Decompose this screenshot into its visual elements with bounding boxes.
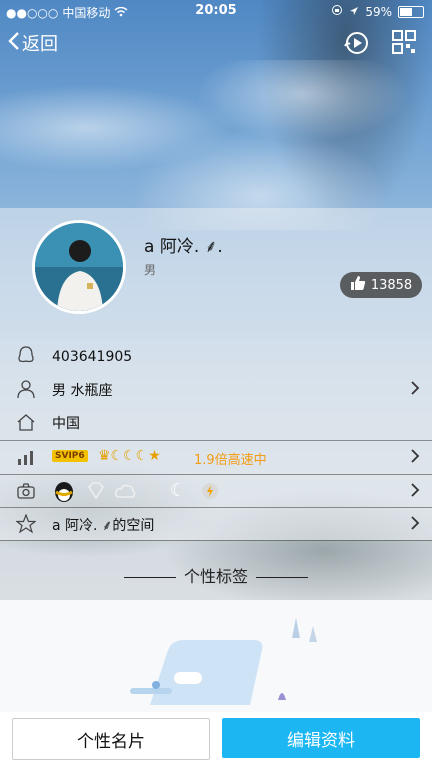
avatar[interactable] [32,220,126,314]
chevron-left-icon [8,31,20,56]
back-button[interactable]: 返回 [8,30,58,56]
qr-code-icon[interactable] [392,30,418,56]
divider [0,540,432,541]
status-bar: ●●○○○ 中国移动 20:05 59% [0,0,432,22]
cloud-badge-icon [114,482,136,504]
person-icon [16,379,36,399]
empty-tags-illustration [130,618,317,705]
svip-badge: SVIP6 [52,450,88,462]
row-badges[interactable]: ☾ [0,475,432,508]
location-icon [349,5,359,19]
edit-profile-button[interactable]: 编辑资料 [222,718,420,758]
speed-text: 1.9倍高速中 [194,453,267,468]
like-count: 13858 [370,277,413,293]
chevron-right-icon [410,381,420,395]
row-gender-zodiac[interactable]: 男 水瓶座 [0,373,432,406]
thumbs-up-icon [350,275,366,295]
chevron-right-icon [410,449,420,463]
camera-icon [16,481,36,501]
title-line-right [256,577,308,578]
status-right: 59% [331,4,424,19]
row-qq-number: 403641905 [0,340,432,373]
row-vip-level[interactable]: SVIP6 ♛☾☾☾★ 1.9倍高速中 [0,441,432,474]
title-line-left [123,577,176,578]
battery-percent: 59% [365,4,392,19]
qzone-link: a 阿冷. ⸙的空间 [52,517,155,534]
tags-section-title: 个性标签 [0,563,432,587]
moon-badge-icon: ☾ [170,480,187,501]
battery-icon [398,5,424,18]
chevron-right-icon [410,516,420,530]
qq-penguin-badge-icon [52,479,76,507]
gender-zodiac: 男 水瓶座 [52,382,113,399]
level-icons: ♛☾☾☾★ [98,448,161,464]
diamond-badge-icon [86,481,106,505]
row-location: 中国 [0,406,432,439]
lightning-badge-icon [200,481,220,505]
music-play-icon[interactable] [342,30,368,56]
tags-title-text: 个性标签 [183,567,248,586]
crystal-badge-icon [142,481,162,505]
back-label: 返回 [22,34,58,55]
background-clouds [0,60,432,230]
level-chart-icon [16,447,36,467]
star-icon [15,513,37,534]
qq-number: 403641905 [52,348,133,365]
lock-rotation-icon [331,4,343,19]
profile-gender: 男 [144,263,157,277]
penguin-icon [16,346,36,366]
profile-card-button[interactable]: 个性名片 [12,718,210,760]
row-qzone[interactable]: a 阿冷. ⸙的空间 [0,508,432,541]
home-icon [16,412,36,432]
profile-name: a 阿冷. ⸙. [144,237,223,257]
chevron-right-icon [410,483,420,497]
location: 中国 [52,415,80,432]
like-button[interactable]: 13858 [340,272,422,298]
nav-bar: 返回 [0,24,432,64]
